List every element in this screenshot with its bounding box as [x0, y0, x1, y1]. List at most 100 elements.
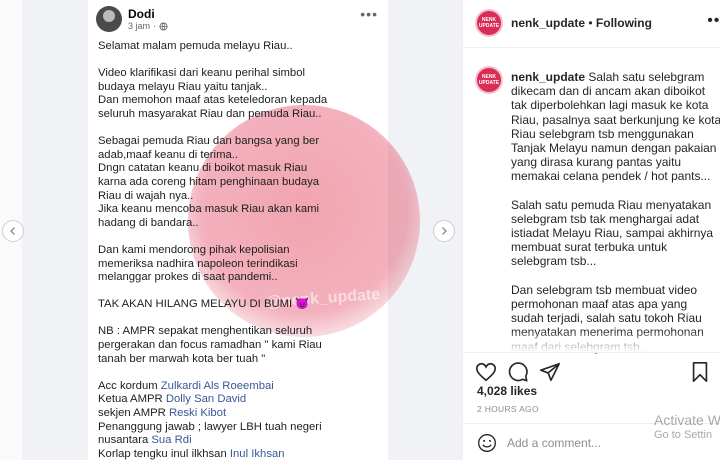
fb-post-line: Dan kami mendorong pihak kepolisian [98, 243, 290, 256]
fb-post-line: Jika keanu mencoba masuk Riau akan kami [98, 203, 320, 216]
fb-credit-line: nusantara Sua Rdi [98, 434, 378, 448]
caption-line [511, 269, 717, 283]
comment-icon[interactable] [507, 361, 529, 383]
caption-line: tak diperbolehkan lagi masuk ke kota [511, 98, 709, 113]
fb-credit-line: sekjen AMPR Reski Kibot [98, 407, 378, 421]
fb-credit-label: Acc kordum [98, 379, 161, 392]
caption-lines: nenk_update Salah satu selebgram dikecam … [511, 70, 720, 354]
facebook-post-screenshot: Dodi 3 jam · ••• @nenk_update Selamat ma… [88, 0, 420, 460]
fb-post-line [98, 366, 378, 380]
fb-credit-line: Ketua AMPR Dolly San David [98, 393, 378, 407]
avatar-text: NENK UPDATE [478, 17, 500, 29]
fb-post-line: seluruh masyarakat Riau dan pemuda Riau.… [98, 107, 322, 120]
caption-fade [463, 330, 720, 352]
post-details-panel: NENK UPDATE nenk_update • Following ••• … [462, 0, 720, 460]
fb-post-line: Sebagai pemuda Riau dan bangsa yang ber [98, 135, 320, 148]
comment-input[interactable] [507, 433, 657, 453]
fb-post-line [98, 54, 378, 68]
caption-line: Riau selebgram tsb menggunakan [511, 126, 694, 141]
fb-mention-link[interactable]: Reski Kibot [169, 407, 226, 419]
caption-line: Riau, pasalnya saat berkunjung ke kota [511, 112, 720, 127]
post-timestamp: 2 HOURS AGO [477, 404, 539, 414]
fb-author-name: Dodi [128, 6, 155, 21]
caption-line: yang dirasa kurang pantas yaitu [511, 155, 682, 170]
chevron-right-icon [442, 227, 447, 235]
windows-activation-watermark: Activate W Go to Settin [654, 412, 720, 442]
caption-line: Salah satu pemuda Riau menyatakan [511, 197, 712, 212]
fb-mention-link[interactable]: Inul Ikhsan [230, 448, 285, 460]
fb-post-line [98, 312, 378, 326]
fb-post-line: Dan memohon maaf atas keteledoran kepada [98, 94, 328, 107]
caption-line [511, 184, 717, 198]
caption-line: permohonan maaf atas apa yang [511, 297, 688, 311]
separator-dot: • [588, 16, 593, 30]
account-avatar[interactable]: NENK UPDATE [475, 9, 503, 37]
caption-line: memakai celana pendek / hot pants... [511, 169, 711, 184]
fb-credit-line: Penanggung jawab ; lawyer LBH tuah neger… [98, 421, 378, 435]
caption-line: Tanjak Melayu namun dengan pakaian [511, 140, 717, 155]
caption-text: Salah satu selebgram [588, 70, 705, 84]
fb-post-credits: Acc kordum Zulkardi Als Roeembai Ketua AM… [98, 380, 378, 460]
more-options-icon[interactable]: ••• [707, 12, 720, 30]
carousel-next-button[interactable] [433, 220, 455, 242]
fb-post-time: 3 jam · [128, 21, 168, 32]
caption-line: sudah terjadi, salah satu tokoh Riau [511, 311, 702, 326]
fb-post-line: budaya melayu Riau yaitu tanjak.. [98, 80, 268, 93]
fb-credit-label: Penanggung jawab ; lawyer LBH tuah neger… [98, 420, 322, 433]
fb-post-line: pergerakan dan focus ramadhan " kami Ria… [98, 339, 322, 352]
fb-post-line: hadang di bandara.. [98, 216, 199, 229]
post-media[interactable]: Dodi 3 jam · ••• @nenk_update Selamat ma… [22, 0, 462, 460]
fb-credit-label: nusantara [98, 434, 152, 447]
fb-post-header: Dodi 3 jam · [96, 6, 168, 32]
caption-line: Dan selebgram tsb membuat video [511, 282, 698, 297]
activation-title: Activate W [654, 412, 720, 428]
following-button[interactable]: Following [596, 16, 652, 30]
fb-post-line: tanah ber marwah kota ber tuah " [98, 352, 266, 365]
chevron-left-icon [10, 227, 15, 235]
caption-username-link[interactable]: nenk_update [511, 70, 585, 84]
fb-credit-label: Ketua AMPR [98, 393, 166, 406]
action-bar [463, 352, 720, 388]
like-count[interactable]: 4,028 likes [477, 384, 537, 398]
caption-avatar[interactable]: NENK UPDATE [475, 66, 503, 94]
post-caption: nenk_update Salah satu selebgram dikecam … [511, 70, 720, 354]
caption-line: selebgram tsb... [511, 254, 597, 269]
post-header-user: nenk_update • Following [511, 16, 652, 30]
fb-post-line [98, 122, 378, 136]
fb-mention-link[interactable]: Zulkardi Als Roeembai [161, 380, 274, 392]
emoji-icon[interactable] [477, 433, 497, 453]
fb-credit-label: Korlap tengku inul ilkhsan [98, 447, 230, 460]
carousel-prev-button[interactable] [2, 220, 24, 242]
share-icon[interactable] [539, 361, 561, 383]
fb-post-line [98, 230, 378, 244]
fb-post-line: karna ada coreng hitam penghinaan budaya [98, 175, 320, 188]
fb-post-line: melanggar prokes di saat pandemi.. [98, 271, 278, 284]
fb-credit-line: Korlap tengku inul ilkhsan Inul Ikhsan [98, 448, 378, 460]
fb-mention-link[interactable]: Sua Rdi [151, 434, 191, 446]
username-link[interactable]: nenk_update [511, 16, 585, 30]
fb-post-line: Riau di wajah nya.. [98, 189, 194, 202]
fb-post-line: TAK AKAN HILANG MELAYU DI BUMI 😈 [98, 298, 310, 311]
caption-line: selebgram tsb tak menghargai adat [511, 211, 700, 226]
fb-mention-link[interactable]: Dolly San David [166, 393, 246, 405]
post-header: NENK UPDATE nenk_update • Following ••• [463, 0, 720, 48]
activation-subtitle: Go to Settin [654, 429, 713, 441]
fb-credit-line: Acc kordum Zulkardi Als Roeembai [98, 380, 378, 394]
caption-avatar-text: NENK UPDATE [478, 74, 500, 86]
fb-post-time-text: 3 jam [128, 20, 151, 31]
caption-line: membuat surat terbuka untuk [511, 240, 668, 255]
fb-post-line [98, 285, 378, 299]
fb-post-line: NB : AMPR sepakat menghentikan seluruh [98, 325, 313, 338]
dot-separator: · [153, 20, 157, 31]
bookmark-icon[interactable] [689, 361, 711, 383]
fb-post-line: Dngn catatan keanu di boikot masuk Riau [98, 162, 308, 175]
fb-post-line: Video klarifikasi dari keanu perihal sim… [98, 67, 306, 80]
caption-line: dikecam dan di ancam akan diboikot [511, 84, 706, 99]
caption-line: nenk_update Salah satu selebgram [511, 70, 717, 84]
fb-more-options-icon: ••• [360, 6, 378, 22]
fb-post-line: memeriksa nadhira napoleon terindikasi [98, 257, 298, 270]
heart-icon[interactable] [475, 361, 497, 383]
fb-post-lines: Selamat malam pemuda melayu Riau.. Video … [98, 40, 378, 380]
fb-credit-label: sekjen AMPR [98, 407, 169, 420]
fb-post-line: adab,maaf keanu di terima.. [98, 148, 239, 161]
